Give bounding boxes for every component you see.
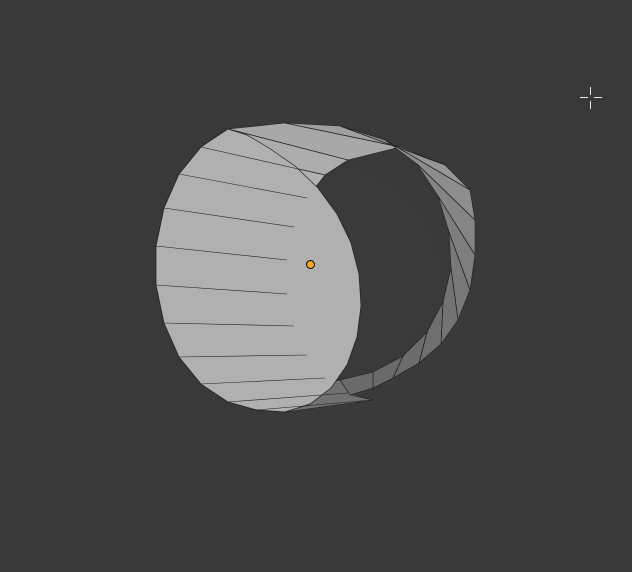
- viewport-3d[interactable]: [0, 0, 632, 572]
- cylinder-sides: [156, 123, 475, 412]
- cap-face: [156, 129, 361, 412]
- cylinder-cap-near: [156, 129, 361, 412]
- object-origin: [307, 261, 314, 268]
- cursor-3d: [580, 87, 602, 109]
- mesh-cylinder: [135, 120, 475, 430]
- cylinder-wires: [156, 123, 475, 410]
